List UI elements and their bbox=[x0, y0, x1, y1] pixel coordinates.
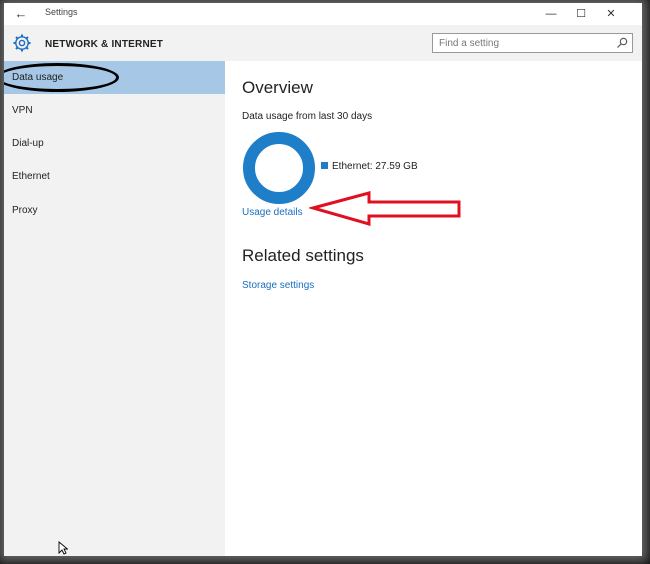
usage-donut-chart bbox=[243, 132, 315, 204]
window-title: Settings bbox=[45, 7, 78, 17]
storage-settings-link[interactable]: Storage settings bbox=[242, 280, 314, 291]
legend-swatch-ethernet bbox=[321, 162, 328, 169]
screenshot-frame: ← Settings — ☐ ✕ NETWORK & INTERNET Find… bbox=[0, 0, 650, 564]
mouse-cursor-icon bbox=[58, 541, 68, 555]
legend-label-ethernet: Ethernet: 27.59 GB bbox=[332, 161, 418, 172]
maximize-button[interactable]: ☐ bbox=[566, 3, 596, 25]
search-box[interactable] bbox=[432, 33, 633, 53]
sidebar-item-label: Ethernet bbox=[12, 171, 50, 182]
usage-period-label: Data usage from last 30 days bbox=[242, 111, 373, 122]
donut-slice-ethernet bbox=[243, 132, 315, 204]
title-bar: ← Settings — ☐ ✕ bbox=[4, 3, 642, 25]
overview-heading: Overview bbox=[242, 78, 313, 97]
usage-details-link[interactable]: Usage details bbox=[242, 207, 303, 218]
page-header: NETWORK & INTERNET bbox=[4, 25, 642, 61]
close-button[interactable]: ✕ bbox=[596, 3, 626, 25]
sidebar-item-label: Proxy bbox=[12, 205, 38, 216]
annotation-arrow bbox=[309, 191, 461, 226]
sidebar-item-ethernet[interactable]: Ethernet bbox=[4, 160, 225, 193]
settings-window: ← Settings — ☐ ✕ NETWORK & INTERNET Find… bbox=[4, 3, 642, 556]
sidebar-item-vpn[interactable]: VPN bbox=[4, 94, 225, 127]
gear-icon bbox=[13, 34, 31, 52]
sidebar-item-label: VPN bbox=[12, 105, 33, 116]
sidebar-item-dial-up[interactable]: Dial-up bbox=[4, 127, 225, 160]
back-button[interactable]: ← bbox=[10, 5, 32, 23]
sidebar: Data usage VPN Dial-up Ethernet Proxy bbox=[4, 61, 225, 556]
main-content: Overview Data usage from last 30 days Et… bbox=[225, 61, 642, 556]
search-icon[interactable] bbox=[616, 37, 628, 49]
sidebar-item-proxy[interactable]: Proxy bbox=[4, 194, 225, 227]
page-title: NETWORK & INTERNET bbox=[45, 39, 164, 50]
related-settings-heading: Related settings bbox=[242, 246, 364, 265]
minimize-button[interactable]: — bbox=[536, 3, 566, 25]
sidebar-item-label: Dial-up bbox=[12, 138, 44, 149]
search-input[interactable] bbox=[433, 34, 617, 52]
chart-legend: Ethernet: 27.59 GB bbox=[321, 161, 418, 172]
